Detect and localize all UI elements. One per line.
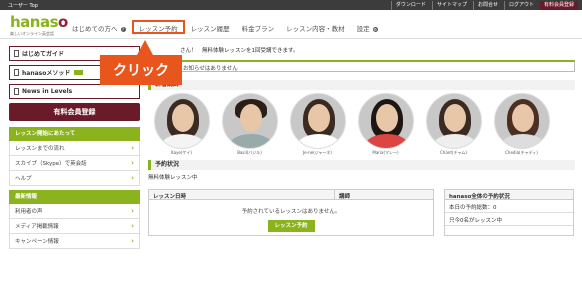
today-total-row: 本日の予約総数：0 [445,200,573,213]
sidebar-item-label: メディア掲載情報 [15,224,59,230]
paid-membership-link[interactable]: 有料会員登録 [539,1,578,10]
breadcrumb: ユーザー Top [8,3,38,9]
teacher-card[interactable]: Basil(バジル) [221,93,278,155]
callout-arrow [137,40,153,55]
avatar[interactable] [357,93,414,149]
nav-lesson-reservation[interactable]: レッスン予約 [131,20,185,34]
teacher-card[interactable]: Chant(チャム) [425,93,482,155]
notice-text: お知らせはありません [183,66,238,72]
nav-pricing-label: 料金プラン [241,25,275,33]
reserve-lesson-button[interactable]: レッスン予約 [267,220,315,232]
nav-lesson-history[interactable]: レッスン履歴 [185,20,236,34]
welcome-message: さん！ 無料体験レッスンを1回受講できます。 [180,48,299,54]
sidebar-item-campaign[interactable]: キャンペーン情報 › [9,234,140,249]
column-date: レッスン日時 [149,190,335,200]
now-in-lesson-row: 只今0名がレッスン中 [445,213,573,226]
sidebar-item-help[interactable]: ヘルプ › [9,171,140,186]
nav-pricing[interactable]: 料金プラン [236,20,281,34]
teacher-list: Kaye(ケイ) Basil(バジル) Je-ne(ジャーネ) Maria(マレ… [148,90,575,155]
help-circle-icon: ? [120,26,126,32]
sidebar-group-title: レッスン開始にあたって [9,127,140,141]
sidebar-item-user-voice[interactable]: 利用者の声 › [9,204,140,219]
teacher-name: Kaye(ケイ) [171,150,192,155]
teacher-name: Maria(マレー) [372,150,399,155]
nav-divider [0,38,582,39]
sidebar-item-skype[interactable]: スカイプ（Skype）で英会話 › [9,156,140,171]
main-nav: はじめての方へ ? レッスン予約 レッスン履歴 料金プラン レッスン内容・教材 … [66,20,384,34]
hanaso-logo[interactable]: hanaso 楽しいオンライン英会話 [10,14,68,37]
sidebar-method-label: hanasoメソッド [22,70,71,77]
top-bar: ユーザー Top ダウンロード サイトマップ お問合せ ログアウト 有料会員登録 [0,0,582,10]
status-text: 無料体験レッスン中 [148,175,198,181]
teacher-card[interactable]: Chedia(チャディ) [493,93,550,155]
teacher-card[interactable]: Kaye(ケイ) [153,93,210,155]
table-header: レッスン日時 講師 [149,190,433,200]
overall-status-title: hanaso全体の予約状況 [445,190,573,200]
teacher-card[interactable]: Je-ne(ジャーネ) [289,93,346,155]
nav-settings[interactable]: 設定 ⚙ [351,20,384,34]
chevron-right-icon: › [131,159,134,167]
reservation-table: レッスン日時 講師 予約されているレッスンはありません。 レッスン予約 [148,189,434,236]
download-link[interactable]: ダウンロード [390,1,430,10]
sidebar-item-lesson-flow[interactable]: レッスンまでの流れ › [9,141,140,156]
contact-link[interactable]: お問合せ [472,1,502,10]
status-tables: レッスン日時 講師 予約されているレッスンはありません。 レッスン予約 hana… [148,189,575,236]
click-callout: クリック [100,55,182,85]
sidebar-item-label: 利用者の声 [15,209,43,215]
sidebar-item-label: スカイプ（Skype）で英会話 [15,161,87,167]
avatar[interactable] [425,93,482,149]
sidebar-guide-label: はじめてガイド [22,51,65,58]
teacher-name: Chedia(チャディ) [505,150,538,155]
document-icon [14,50,19,57]
teacher-name: Chant(チャム) [440,150,467,155]
gear-icon: ⚙ [372,26,378,32]
document-icon [14,69,19,76]
chevron-right-icon: › [131,174,134,182]
nav-lesson-content-label: レッスン内容・教材 [286,25,345,33]
logo-tagline: 楽しいオンライン英会話 [10,31,54,36]
overall-status-table: hanaso全体の予約状況 本日の予約総数：0 只今0名がレッスン中 [444,189,574,236]
avatar[interactable] [153,93,210,149]
avatar[interactable] [289,93,346,149]
main-content: さん！ 無料体験レッスンを1回受講できます。 お知らせはありません 新着講師 K… [148,46,575,236]
avatar[interactable] [221,93,278,149]
nav-lesson-content[interactable]: レッスン内容・教材 [280,20,351,34]
nav-first-time[interactable]: はじめての方へ ? [66,20,132,34]
sidebar-item-label: キャンペーン情報 [15,239,59,245]
sitemap-link[interactable]: サイトマップ [431,1,471,10]
reservation-status-heading: 予約状況 [148,160,575,170]
column-teacher: 講師 [339,194,351,200]
nav-lesson-history-label: レッスン履歴 [190,25,230,33]
new-teachers-heading: 新着講師 [148,80,575,90]
teacher-name: Je-ne(ジャーネ) [302,150,332,155]
notice-box: お知らせはありません [148,60,575,72]
logout-link[interactable]: ログアウト [503,1,538,10]
empty-message: 予約されているレッスンはありません。 [241,209,341,215]
document-icon [14,88,19,95]
sidebar-item-label: ヘルプ [15,176,32,182]
nav-first-time-label: はじめての方へ [72,25,118,33]
chevron-right-icon: › [131,222,134,230]
top-links: ダウンロード サイトマップ お問合せ ログアウト 有料会員登録 [390,1,578,10]
sidebar-news-button[interactable]: News in Levels [9,84,140,99]
avatar[interactable] [493,93,550,149]
logo-word: hanas [10,13,59,31]
sidebar-item-media[interactable]: メディア掲載情報 › [9,219,140,234]
teacher-name: Basil(バジル) [237,150,262,155]
sidebar-news-label: News in Levels [22,88,73,95]
chevron-right-icon: › [131,144,134,152]
nav-lesson-reservation-label: レッスン予約 [138,25,178,33]
book-icon [74,70,84,75]
sidebar-group-title: 最新情報 [9,190,140,204]
sidebar-item-label: レッスンまでの流れ [15,146,65,152]
teacher-card[interactable]: Maria(マレー) [357,93,414,155]
chevron-right-icon: › [131,237,134,245]
nav-settings-label: 設定 [356,25,370,33]
chevron-right-icon: › [131,207,134,215]
sidebar-paid-button[interactable]: 有料会員登録 [9,103,140,121]
